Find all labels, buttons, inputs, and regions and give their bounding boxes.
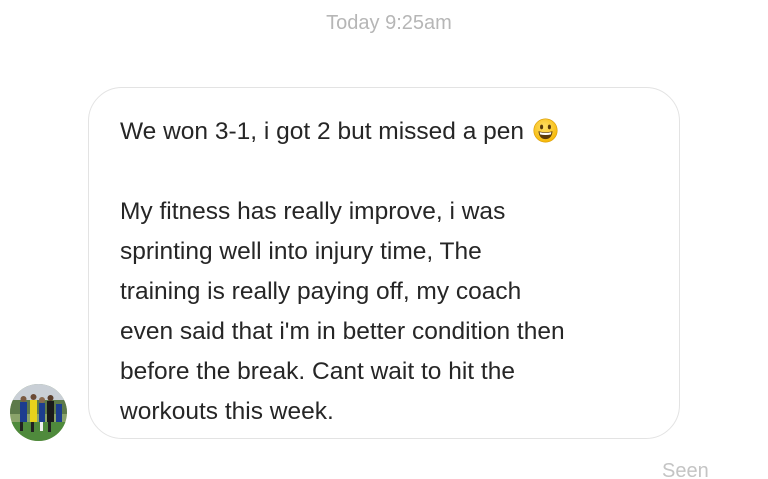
message-line: We won 3-1, i got 2 but missed a pen xyxy=(120,112,659,152)
profile-photo-icon xyxy=(10,384,67,441)
seen-status: Seen xyxy=(662,460,709,479)
message-line: training is really paying off, my coach xyxy=(120,278,522,305)
message-line: even said that i'm in better condition t… xyxy=(120,318,565,345)
message-line: My fitness has really improve, i was xyxy=(120,198,506,225)
chat-thread: Today 9:25am We won 3-1, i got 2 but mis… xyxy=(0,0,768,479)
message-text: We won 3-1, i got 2 but missed a pen xyxy=(120,118,525,145)
message-line: before the break. Cant wait to hit the xyxy=(120,358,515,385)
grinning-face-emoji-icon xyxy=(533,118,558,143)
message-line: workouts this week. xyxy=(120,398,334,425)
message-line: sprinting well into injury time, The xyxy=(120,238,482,265)
message-line-blank xyxy=(120,152,659,192)
message-bubble[interactable]: We won 3-1, i got 2 but missed a pen My … xyxy=(88,87,680,439)
sender-avatar[interactable] xyxy=(10,384,67,441)
message-timestamp: Today 9:25am xyxy=(326,12,452,34)
